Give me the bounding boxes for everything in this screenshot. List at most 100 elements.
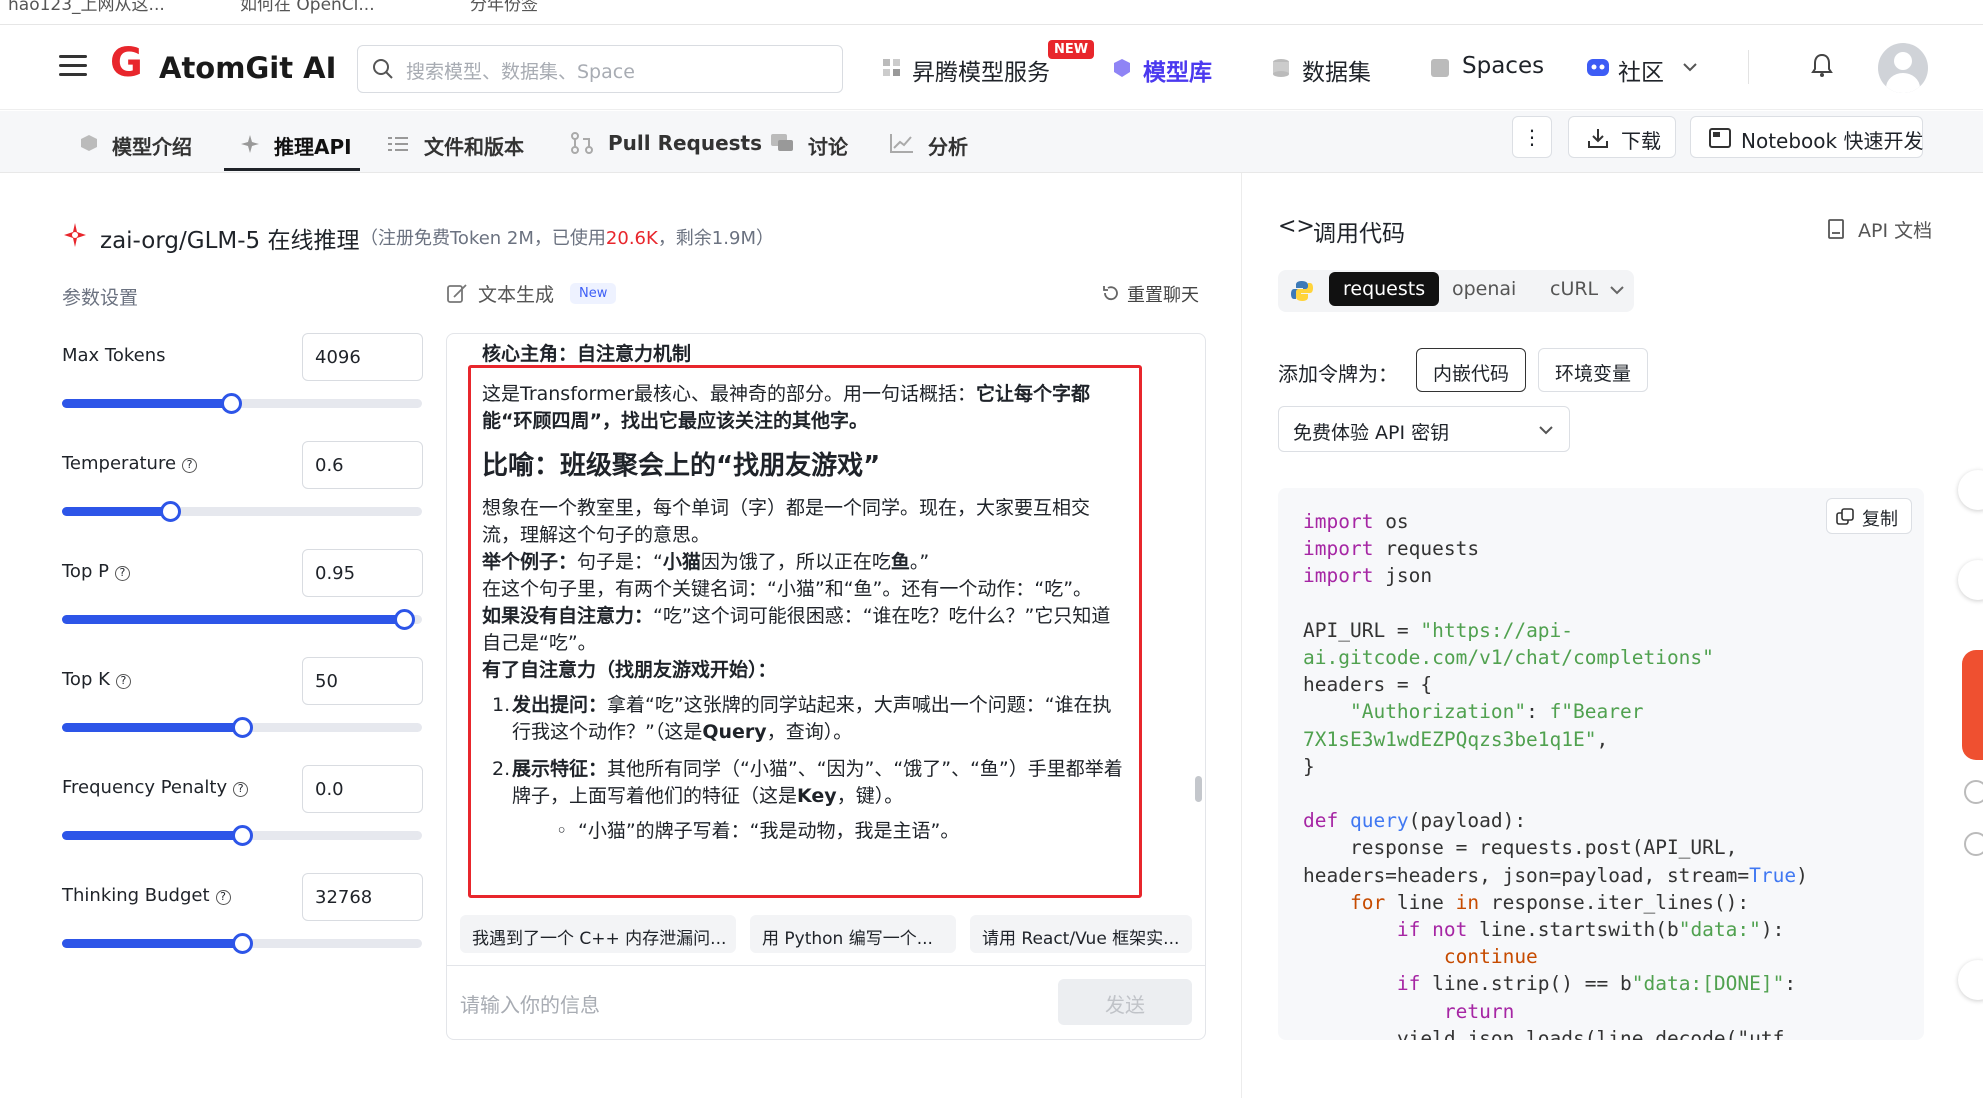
floating-widget[interactable]: [1958, 470, 1983, 510]
nav-datasets[interactable]: 数据集: [1302, 53, 1371, 87]
help-icon[interactable]: ?: [233, 782, 249, 797]
panel-divider: [1241, 173, 1242, 1098]
reset-chat-button[interactable]: 重置聊天: [1127, 281, 1199, 307]
copy-icon: [1836, 508, 1854, 525]
mode-label[interactable]: 文本生成: [478, 280, 554, 307]
slider-thumb[interactable]: [221, 393, 243, 414]
code-line: import os: [1303, 510, 1409, 533]
api-key-select-value: 免费体验 API 密钥: [1293, 422, 1450, 444]
slider-thumb[interactable]: [232, 717, 253, 738]
notebook-button[interactable]: Notebook 快速开发: [1690, 116, 1923, 158]
floating-icon[interactable]: [1964, 832, 1983, 856]
message-input[interactable]: 请输入你的信息: [460, 989, 600, 1018]
lang-tab-openai[interactable]: openai: [1438, 272, 1530, 306]
pull-request-icon: [571, 132, 593, 154]
token-env-button[interactable]: 环境变量: [1538, 348, 1648, 392]
new-tag: New: [570, 283, 617, 304]
chevron-down-icon[interactable]: [1682, 62, 1698, 72]
doc-icon: [1828, 219, 1844, 239]
download-button[interactable]: 下载: [1568, 116, 1676, 158]
help-icon[interactable]: ?: [215, 890, 231, 905]
nav-spaces[interactable]: Spaces: [1462, 53, 1544, 79]
help-icon[interactable]: ?: [182, 458, 198, 473]
slider-fill: [62, 939, 242, 948]
tab-files-versions[interactable]: 文件和版本: [424, 131, 524, 160]
param-value-input[interactable]: 32768: [302, 873, 423, 921]
token-label: 添加令牌为：: [1278, 362, 1398, 386]
nav-community[interactable]: 社区: [1618, 53, 1664, 87]
step-1-number: 1.: [492, 694, 511, 716]
floating-widget[interactable]: [1958, 560, 1983, 600]
with-attn-label: 有了自注意力（找朋友游戏开始）：: [482, 659, 777, 681]
copy-button[interactable]: 复制: [1826, 498, 1912, 534]
notebook-label: Notebook 快速开发: [1741, 129, 1924, 153]
bookmark-3[interactable]: 分年份签: [470, 0, 538, 15]
send-button[interactable]: 发送: [1058, 979, 1192, 1025]
tab-discussion[interactable]: 讨论: [808, 131, 848, 160]
slider-thumb[interactable]: [394, 609, 415, 630]
param-value-input[interactable]: 0.95: [302, 549, 423, 597]
slider-thumb[interactable]: [232, 933, 253, 954]
api-key-select[interactable]: 免费体验 API 密钥: [1278, 406, 1570, 452]
step-1-b: Query: [702, 721, 767, 743]
chevron-down-icon[interactable]: [1609, 285, 1625, 295]
menu-icon[interactable]: [59, 49, 87, 82]
param-slider[interactable]: [62, 933, 422, 954]
lang-tab-requests[interactable]: requests: [1329, 272, 1440, 306]
brand-logo[interactable]: G: [110, 40, 143, 86]
tab-pull-requests[interactable]: Pull Requests: [608, 131, 762, 155]
api-doc-link[interactable]: API 文档: [1858, 216, 1932, 243]
help-icon[interactable]: ?: [114, 566, 130, 581]
code-token: 7X1sE3w1wdEZPQqzs3be1q1E": [1303, 727, 1597, 751]
slider-thumb[interactable]: [232, 825, 253, 846]
search-input[interactable]: 搜索模型、数据集、Space: [357, 45, 843, 93]
floating-widget[interactable]: [1958, 960, 1983, 1000]
code-line: API_URL = "https://api-: [1303, 619, 1573, 642]
tab-analytics[interactable]: 分析: [928, 131, 968, 160]
p1-text: 这是Transformer最核心、最神奇的部分。用一句话概括：: [482, 383, 977, 405]
bell-icon[interactable]: [1811, 52, 1833, 78]
quota-suffix: ，剩余1.9M）: [657, 228, 774, 249]
quota-prefix: （注册免费Token 2M，已使用: [360, 228, 606, 249]
token-inline-button[interactable]: 内嵌代码: [1416, 348, 1526, 392]
avatar[interactable]: [1878, 43, 1928, 93]
lang-tab-curl[interactable]: cURL: [1536, 272, 1612, 306]
code-token: ):: [1760, 918, 1785, 942]
tab-model-intro[interactable]: 模型介绍: [112, 131, 192, 160]
suggestion-chip[interactable]: 用 Python 编写一个...: [750, 915, 956, 953]
code-token: line: [1396, 890, 1456, 914]
nav-ascend-service[interactable]: 昇腾模型服务: [912, 53, 1050, 87]
param-value-input[interactable]: 0.6: [302, 441, 423, 489]
ex-d: 鱼: [890, 551, 910, 573]
bookmark-hao123[interactable]: hao123_上网从这...: [8, 0, 165, 15]
code-line: "Authorization": f"Bearer: [1303, 700, 1644, 723]
param-slider[interactable]: [62, 501, 422, 522]
with-attention-line: 有了自注意力（找朋友游戏开始）：: [482, 657, 1127, 684]
response-paragraph-3: 在这个句子里，有两个关键名词：“小猫”和“鱼”。还有一个动作：“吃”。: [482, 578, 1093, 600]
ex-b: 小猫: [662, 551, 701, 573]
code-text: import os import requests import json AP…: [1303, 508, 1808, 1040]
slider-thumb[interactable]: [160, 501, 181, 522]
step-1-label: 发出提问：: [512, 694, 608, 716]
param-slider[interactable]: [62, 717, 422, 738]
floating-promo[interactable]: [1962, 650, 1983, 760]
help-icon[interactable]: ?: [115, 674, 131, 689]
params-title: 参数设置: [62, 287, 139, 309]
suggestion-chip[interactable]: 请用 React/Vue 框架实...: [970, 915, 1192, 953]
suggestion-chip[interactable]: 我遇到了一个 C++ 内存泄漏问...: [460, 915, 736, 953]
param-slider[interactable]: [62, 393, 422, 414]
param-slider[interactable]: [62, 825, 422, 846]
step-1-c: ，查询）。: [766, 721, 853, 743]
param-value-input[interactable]: 4096: [302, 333, 423, 381]
bookmark-bar: hao123_上网从这... 如何在 OpenCl... 分年份签: [0, 0, 1983, 25]
param-value-input[interactable]: 0.0: [302, 765, 423, 813]
code-line: }: [1303, 754, 1315, 778]
more-button[interactable]: ⋮: [1512, 116, 1552, 158]
floating-icon[interactable]: [1964, 780, 1983, 804]
chat-scrollbar[interactable]: [1195, 776, 1202, 802]
bookmark-opencl[interactable]: 如何在 OpenCl...: [240, 0, 375, 15]
param-value-input[interactable]: 50: [302, 657, 423, 705]
param-slider[interactable]: [62, 609, 422, 630]
tab-inference-api[interactable]: 推理API: [274, 131, 352, 160]
nav-model-library[interactable]: 模型库: [1143, 53, 1212, 87]
